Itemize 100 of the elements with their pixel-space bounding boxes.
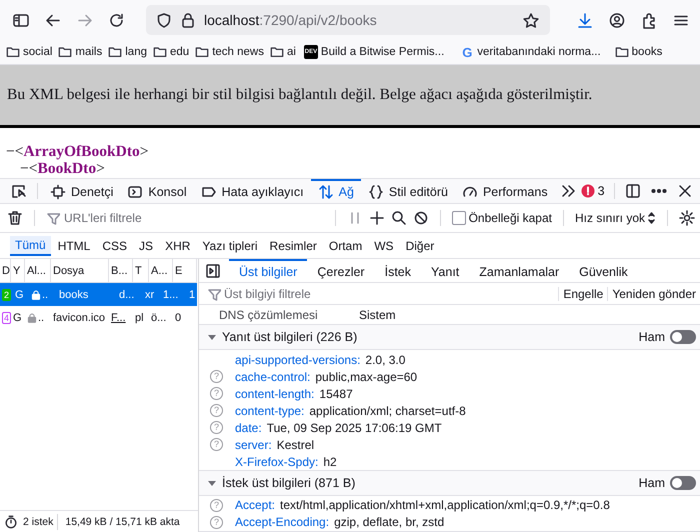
action-button[interactable]: Yeniden gönder	[607, 286, 700, 301]
type-filter-tab[interactable]: Resimler	[264, 236, 322, 254]
devtools-tab[interactable]: Denetçi	[43, 179, 120, 203]
close-icon[interactable]	[676, 183, 693, 199]
element-picker-icon[interactable]	[11, 183, 27, 199]
table-cell-text: favicon.ico	[52, 310, 106, 326]
detail-tab[interactable]: Zamanlamalar	[469, 259, 570, 282]
devtools-tab[interactable]: Ağ	[310, 179, 361, 203]
transfer-summary: 15,49 kB / 15,71 kB akta	[64, 516, 180, 528]
column-header[interactable]: D	[0, 259, 11, 282]
section-header[interactable]: İstek üst bilgileri (871 B)	[207, 476, 356, 490]
bookmark[interactable]: G veritabanındaki norma...	[460, 45, 601, 59]
type-filter-tab[interactable]: HTML	[52, 236, 96, 254]
collapse-toggle[interactable]: −	[20, 160, 29, 177]
inspector-icon	[50, 184, 66, 200]
toggle-sidebar-icon[interactable]	[205, 262, 221, 278]
collapse-toggle[interactable]: −	[6, 143, 15, 160]
table-cell-text: 1	[188, 288, 196, 302]
type-filter-tab[interactable]: XHR	[160, 236, 196, 254]
column-header[interactable]: E	[173, 259, 197, 282]
request-row[interactable]: 4 G .. favicon.ico F... pl ö... 0	[0, 306, 197, 329]
bookmark[interactable]: edu	[153, 44, 190, 60]
table-cell-text: pl	[134, 310, 145, 326]
table-cell-text: books	[58, 288, 90, 302]
header-name: cache-control:	[235, 370, 310, 384]
devtools-tab[interactable]: Stil editörü	[360, 179, 455, 203]
lock-icon	[180, 12, 196, 28]
header-value: 2.0, 3.0	[365, 352, 406, 367]
xml-notice: Bu XML belgesi ile herhangi bir stil bilgisi bağlantılı değil. Belge ağacı aşağıda gösterilmiştir.	[0, 65, 700, 128]
header-name: server:	[235, 438, 272, 452]
initiator-link[interactable]: d...	[117, 283, 141, 306]
error-count[interactable]: 3	[580, 184, 605, 198]
detail-tab[interactable]: Yanıt	[421, 259, 470, 282]
xml-tag: <BookDto>	[28, 160, 105, 177]
bookmark[interactable]: ai	[270, 44, 296, 60]
detail-tab[interactable]: Güvenlik	[569, 259, 638, 282]
disable-cache-checkbox[interactable]: Önbelleği kapat	[452, 211, 552, 225]
download-icon[interactable]	[576, 12, 594, 28]
search-icon[interactable]	[390, 210, 407, 226]
table-cell-text: G	[12, 310, 23, 326]
type-filter-tab[interactable]: Ortam	[324, 236, 368, 254]
type-filter-tab[interactable]: CSS	[97, 236, 132, 254]
console-icon	[127, 184, 144, 200]
type-filter-tab[interactable]: Diğer	[400, 236, 440, 254]
stopwatch-icon[interactable]	[4, 514, 18, 530]
column-header[interactable]: A...	[149, 259, 173, 282]
bookmark[interactable]: tech news	[195, 44, 264, 60]
bookmark[interactable]: mails	[58, 44, 102, 60]
dock-icon[interactable]	[624, 183, 641, 199]
sidebar-icon[interactable]	[12, 12, 30, 28]
bookmark[interactable]: books	[614, 44, 662, 60]
reload-icon[interactable]	[108, 12, 126, 28]
raw-toggle[interactable]: Ham	[638, 330, 696, 344]
type-filter-tab[interactable]: WS	[369, 236, 399, 254]
header-name: content-length:	[235, 386, 314, 401]
braces-icon	[368, 184, 384, 200]
throttling-select[interactable]: Hız sınırı yok	[574, 211, 656, 225]
devtools-tab[interactable]: Performans	[454, 179, 555, 203]
column-header[interactable]: B...	[109, 259, 133, 282]
account-icon[interactable]	[608, 12, 626, 28]
overflow-chevrons-icon[interactable]	[560, 183, 576, 199]
raw-toggle[interactable]: Ham	[638, 476, 696, 490]
table-cell-text: 0	[174, 310, 182, 326]
arrows-icon	[318, 184, 334, 200]
request-count: 2 istek	[22, 516, 54, 528]
bookmark[interactable]: social	[6, 44, 52, 60]
header-name: Accept:	[235, 498, 276, 512]
column-header[interactable]: Al...	[25, 259, 51, 282]
address-bar[interactable]: localhost:7290/api/v2/books	[146, 5, 550, 35]
initiator-link[interactable]: F...	[109, 306, 133, 329]
detail-tab[interactable]: Çerezler	[307, 259, 375, 282]
block-icon[interactable]	[412, 210, 429, 226]
bookmark[interactable]: lang	[108, 44, 147, 60]
header-name: api-supported-versions:	[235, 352, 360, 367]
plus-icon[interactable]	[368, 210, 385, 226]
header-value: application/xml; charset=utf-8	[309, 404, 466, 418]
detail-tab[interactable]: İstek	[374, 259, 422, 282]
header-name: X-Firefox-Spdy:	[235, 454, 318, 469]
devtools-tab[interactable]: Konsol	[120, 179, 194, 203]
action-button[interactable]: Engelle	[558, 286, 608, 301]
detail-tab[interactable]: Üst bilgiler	[229, 259, 308, 282]
request-row[interactable]: 2 G .. books d... xr 1... 1	[0, 283, 197, 306]
funnel-icon	[46, 211, 60, 225]
type-filter-tab[interactable]: Tümü	[10, 236, 51, 256]
type-filter-tab[interactable]: JS	[134, 236, 158, 254]
column-header[interactable]: Y	[11, 259, 25, 282]
devtools-tab[interactable]: Hata ayıklayıcı	[194, 179, 311, 203]
table-cell-text: G	[14, 288, 25, 302]
trash-icon[interactable]	[7, 210, 23, 226]
section-header[interactable]: Yanıt üst bilgileri (226 B)	[207, 330, 358, 344]
header-filter-field[interactable]: Üst bilgiyi filtrele	[224, 286, 558, 301]
column-header[interactable]: T	[133, 259, 149, 282]
star-icon[interactable]	[522, 12, 540, 28]
header-name: content-type:	[235, 404, 304, 418]
error-icon	[580, 184, 595, 198]
shield-icon	[156, 12, 172, 28]
type-filter-tab[interactable]: Yazı tipleri	[197, 236, 263, 254]
column-header[interactable]: Dosya	[51, 259, 109, 282]
url-filter-field[interactable]: URL'leri filtrele	[64, 211, 324, 225]
settings-icon[interactable]	[679, 210, 695, 226]
